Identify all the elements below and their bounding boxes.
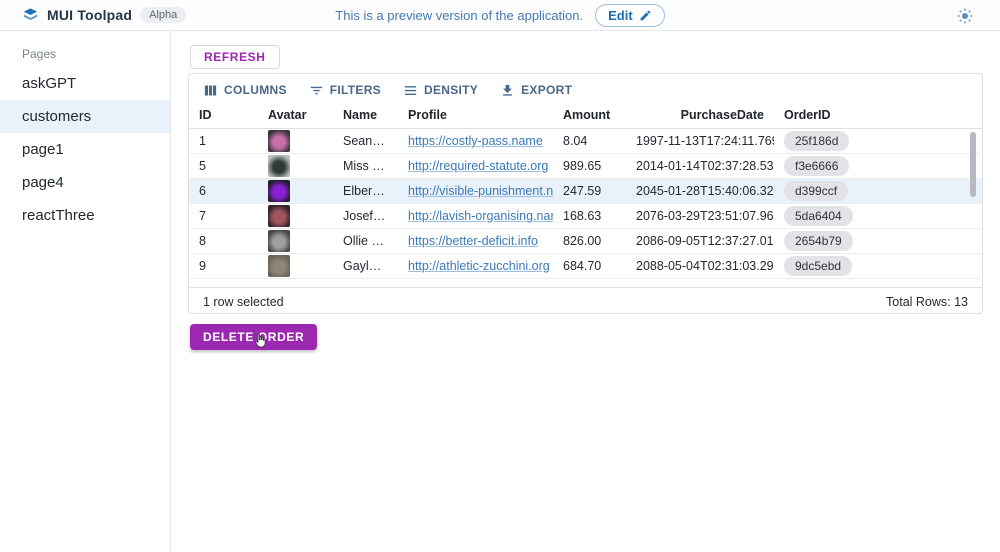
app-title: MUI Toolpad [47, 7, 132, 23]
orderid-chip: d399ccf [784, 181, 848, 201]
selected-count: 1 row selected [203, 295, 284, 309]
edit-button[interactable]: Edit [595, 4, 665, 27]
density-icon [403, 83, 418, 98]
total-rows: Total Rows: 13 [886, 295, 968, 309]
cell-purchasedate: 1997-11-13T17:24:11.769Z [626, 134, 774, 148]
orderid-chip: 5da6404 [784, 206, 853, 226]
cell-amount: 247.59 [553, 184, 626, 198]
vertical-scrollbar-thumb[interactable] [970, 132, 976, 197]
sun-icon [957, 8, 973, 24]
column-header-orderid[interactable]: OrderID [774, 108, 982, 122]
main-content: REFRESH COLUMNS FILTERS DENSITY EXPORT I [171, 31, 1000, 552]
profile-link[interactable]: http://visible-punishment.net [408, 184, 553, 198]
cell-name: Sean Harris [333, 134, 398, 148]
cell-id: 1 [189, 134, 258, 148]
sidebar-item-customers[interactable]: customers [0, 100, 170, 133]
cell-amount: 989.65 [553, 159, 626, 173]
sidebar-item-page1[interactable]: page1 [0, 133, 170, 166]
orderid-chip: 2654b79 [784, 231, 853, 251]
filter-icon [309, 83, 324, 98]
table-row[interactable]: 7 Josefina P… http://lavish-organising.n… [189, 204, 982, 229]
theme-toggle-button[interactable] [954, 5, 976, 27]
avatar [268, 230, 290, 252]
orderid-chip: 9dc5ebd [784, 256, 852, 276]
cell-id: 7 [189, 209, 258, 223]
cell-name: Miss Juan … [333, 159, 398, 173]
grid-toolbar: COLUMNS FILTERS DENSITY EXPORT [189, 74, 982, 102]
column-header-avatar[interactable]: Avatar [258, 108, 333, 122]
column-header-profile[interactable]: Profile [398, 108, 553, 122]
columns-icon [203, 83, 218, 98]
alpha-badge: Alpha [140, 7, 186, 23]
sidebar-item-page4[interactable]: page4 [0, 166, 170, 199]
preview-notice: This is a preview version of the applica… [335, 8, 583, 23]
grid-footer: 1 row selected Total Rows: 13 [189, 287, 982, 314]
avatar [268, 255, 290, 277]
orderid-chip: f3e6666 [784, 156, 849, 176]
cell-name: Elbert McL… [333, 184, 398, 198]
edit-button-label: Edit [608, 8, 633, 23]
table-row[interactable]: 8 Ollie Green… https://better-deficit.in… [189, 229, 982, 254]
column-header-name[interactable]: Name [333, 108, 398, 122]
data-grid: COLUMNS FILTERS DENSITY EXPORT ID Avatar… [188, 73, 983, 314]
sidebar: Pages askGPT customers page1 page4 react… [0, 31, 171, 552]
profile-link[interactable]: http://required-statute.org [408, 159, 548, 173]
toolpad-logo-icon [22, 7, 39, 23]
cell-purchasedate: 2076-03-29T23:51:07.968Z [626, 209, 774, 223]
table-row[interactable]: 1 Sean Harris https://costly-pass.name 8… [189, 129, 982, 154]
profile-link[interactable]: http://lavish-organising.name [408, 209, 553, 223]
app-header: MUI Toolpad Alpha This is a preview vers… [0, 0, 1000, 31]
grid-header-row: ID Avatar Name Profile Amount PurchaseDa… [189, 102, 982, 129]
filters-button[interactable]: FILTERS [303, 80, 387, 101]
sidebar-item-askgpt[interactable]: askGPT [0, 67, 170, 100]
cell-name: Josefina P… [333, 209, 398, 223]
export-icon [500, 83, 515, 98]
column-header-id[interactable]: ID [189, 108, 258, 122]
refresh-button[interactable]: REFRESH [190, 45, 280, 69]
cell-amount: 168.63 [553, 209, 626, 223]
orderid-chip: 25f186d [784, 131, 849, 151]
table-row-selected[interactable]: 6 Elbert McL… http://visible-punishment.… [189, 179, 982, 204]
cell-amount: 826.00 [553, 234, 626, 248]
pencil-icon [639, 9, 652, 22]
partial-row [189, 279, 982, 287]
table-row[interactable]: 9 Gayle Den… http://athletic-zucchini.or… [189, 254, 982, 279]
cell-purchasedate: 2014-01-14T02:37:28.536Z [626, 159, 774, 173]
avatar [268, 180, 290, 202]
cell-id: 9 [189, 259, 258, 273]
cell-name: Ollie Green… [333, 234, 398, 248]
avatar [268, 130, 290, 152]
cell-amount: 8.04 [553, 134, 626, 148]
sidebar-caption: Pages [0, 31, 170, 67]
cell-name: Gayle Den… [333, 259, 398, 273]
profile-link[interactable]: https://better-deficit.info [408, 234, 538, 248]
column-header-purchasedate[interactable]: PurchaseDate [626, 108, 774, 122]
sidebar-item-reactthree[interactable]: reactThree [0, 199, 170, 232]
cell-amount: 684.70 [553, 259, 626, 273]
cell-id: 8 [189, 234, 258, 248]
cell-id: 6 [189, 184, 258, 198]
columns-button-label: COLUMNS [224, 83, 287, 97]
brand: MUI Toolpad Alpha [0, 7, 186, 23]
export-button-label: EXPORT [521, 83, 572, 97]
filters-button-label: FILTERS [330, 83, 381, 97]
profile-link[interactable]: http://athletic-zucchini.org [408, 259, 550, 273]
avatar [268, 155, 290, 177]
profile-link[interactable]: https://costly-pass.name [408, 134, 543, 148]
cell-purchasedate: 2088-05-04T02:31:03.294Z [626, 259, 774, 273]
columns-button[interactable]: COLUMNS [197, 80, 293, 101]
table-row[interactable]: 5 Miss Juan … http://required-statute.or… [189, 154, 982, 179]
export-button[interactable]: EXPORT [494, 80, 578, 101]
cell-id: 5 [189, 159, 258, 173]
density-button[interactable]: DENSITY [397, 80, 484, 101]
delete-order-button[interactable]: DELETE ORDER [190, 324, 317, 350]
avatar [268, 205, 290, 227]
cell-purchasedate: 2045-01-28T15:40:06.325Z [626, 184, 774, 198]
cell-purchasedate: 2086-09-05T12:37:27.015Z [626, 234, 774, 248]
density-button-label: DENSITY [424, 83, 478, 97]
column-header-amount[interactable]: Amount [553, 108, 626, 122]
